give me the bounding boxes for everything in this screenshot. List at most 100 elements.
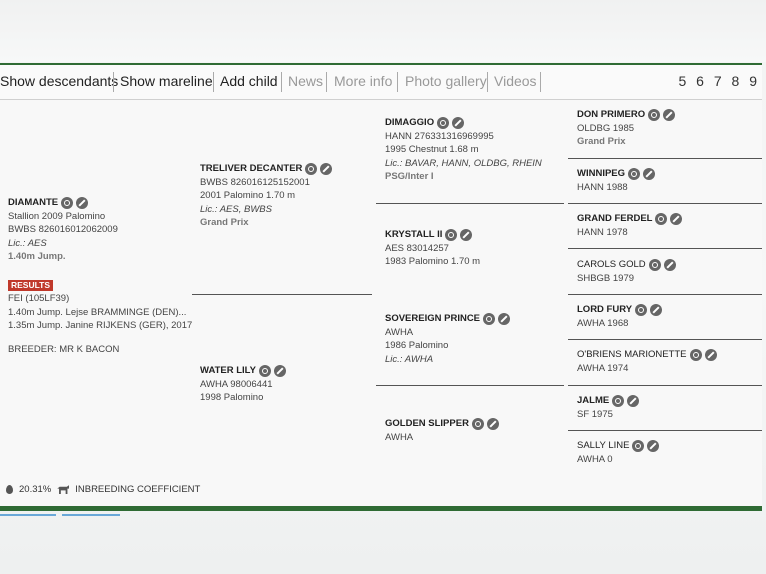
result-line: FEI (105LF39) <box>8 293 70 304</box>
tab-add-child[interactable]: Add child <box>220 73 278 89</box>
edit-icon[interactable] <box>647 439 660 452</box>
edit-icon[interactable] <box>273 364 286 377</box>
group-icon[interactable] <box>648 108 661 121</box>
inbreeding-label[interactable]: INBREEDING COEFFICIENT <box>75 484 200 495</box>
horse-licence: Lic.: AWHA <box>385 353 434 365</box>
tab-videos[interactable]: Videos <box>494 73 537 89</box>
horse-name[interactable]: O'BRIENS MARIONETTE <box>577 348 687 362</box>
scroll-indicator[interactable] <box>0 514 56 516</box>
inbreeding-footer: 20.31% INBREEDING COEFFICIENT <box>6 484 200 495</box>
tab-divider <box>397 72 398 92</box>
horse-details: AWHA 1968 <box>577 317 629 329</box>
group-icon[interactable] <box>628 167 641 180</box>
horse-licence: Lic.: AES <box>8 237 47 249</box>
divider-gen3-b <box>376 385 564 386</box>
horse-details: AWHA 1974 <box>577 362 629 374</box>
horse-details: 2001 Palomino 1.70 m <box>200 190 296 201</box>
group-icon[interactable] <box>483 312 496 325</box>
edit-icon[interactable] <box>627 394 640 407</box>
horse-name[interactable]: GOLDEN SLIPPER <box>385 417 469 431</box>
horse-name[interactable]: GRAND FERDEL <box>577 212 652 226</box>
top-band <box>0 0 766 62</box>
horse-name[interactable]: LORD FURY <box>577 303 632 317</box>
horse-name[interactable]: CAROLS GOLD <box>577 258 646 272</box>
horse-name[interactable]: KRYSTALL II <box>385 228 442 242</box>
horse-name[interactable]: WATER LILY <box>200 364 256 378</box>
edit-icon[interactable] <box>498 312 511 325</box>
edit-icon[interactable] <box>76 196 89 209</box>
group-icon[interactable] <box>445 228 458 241</box>
horse-name[interactable]: JALME <box>577 394 609 408</box>
horse-performance: PSG/Inter I <box>385 171 434 182</box>
horse-name[interactable]: SOVEREIGN PRINCE <box>385 312 480 326</box>
result-line[interactable]: 1.40m Jump. Lejse BRAMMINGE (DEN)... <box>8 306 192 320</box>
edit-icon[interactable] <box>486 417 499 430</box>
edit-icon[interactable] <box>650 303 663 316</box>
horse-icon <box>57 485 70 494</box>
group-icon[interactable] <box>437 116 450 129</box>
horse-details: OLDBG 1985 <box>577 122 635 134</box>
gen4-horse: LORD FURY AWHA 1968 <box>577 303 663 330</box>
group-icon[interactable] <box>258 364 271 377</box>
horse-name[interactable]: WINNIPEG <box>577 167 625 181</box>
horse-registration: HANN 276331316969995 <box>385 130 494 142</box>
divider-gen4 <box>568 203 762 204</box>
tab-more-info[interactable]: More info <box>334 73 392 89</box>
scroll-indicator[interactable] <box>62 514 120 516</box>
group-icon[interactable] <box>61 196 74 209</box>
horse-registration: AWHA <box>385 431 414 443</box>
horse-registration: AWHA <box>385 326 414 338</box>
divider-gen2 <box>192 294 372 295</box>
group-icon[interactable] <box>689 348 702 361</box>
horse-name[interactable]: DON PRIMERO <box>577 108 645 122</box>
horse-details: SF 1975 <box>577 408 613 420</box>
group-icon[interactable] <box>632 439 645 452</box>
tab-show-mareline[interactable]: Show mareline <box>120 73 213 89</box>
group-icon[interactable] <box>305 162 318 175</box>
edit-icon[interactable] <box>643 167 656 180</box>
horse-registration: AWHA 98006441 <box>200 378 273 390</box>
group-icon[interactable] <box>612 394 625 407</box>
result-line: 1.35m Jump. Janine RIJKENS (GER), 2017 <box>8 320 193 331</box>
divider-gen4 <box>568 294 762 295</box>
gen4-horse: CAROLS GOLD SHBGB 1979 <box>577 258 676 285</box>
edit-icon[interactable] <box>670 212 683 225</box>
horse-details: 1986 Palomino <box>385 340 449 351</box>
horse-details: HANN 1988 <box>577 181 628 193</box>
horse-name[interactable]: DIMAGGIO <box>385 116 434 130</box>
horse-name[interactable]: DIAMANTE <box>8 196 58 210</box>
group-icon[interactable] <box>635 303 648 316</box>
tab-photo-gallery[interactable]: Photo gallery <box>405 73 487 89</box>
sire-horse: TRELIVER DECANTER BWBS 826016125152001 2… <box>200 162 333 230</box>
gen4-horse: DON PRIMERO OLDBG 1985 Grand Prix <box>577 108 676 149</box>
divider-gen4 <box>568 430 762 431</box>
sire-dam-horse: KRYSTALL II AES 83014257 1983 Palomino 1… <box>385 228 480 269</box>
tab-divider <box>281 72 282 92</box>
tab-show-descendants[interactable]: Show descendants <box>0 73 118 89</box>
sire-sire-horse: DIMAGGIO HANN 276331316969995 1995 Chest… <box>385 116 542 184</box>
group-icon[interactable] <box>655 212 668 225</box>
tab-divider <box>113 72 114 92</box>
edit-icon[interactable] <box>704 348 717 361</box>
divider-gen4 <box>568 339 762 340</box>
tab-news[interactable]: News <box>288 73 323 89</box>
results-badge[interactable]: RESULTS <box>8 279 54 291</box>
gen4-horse: O'BRIENS MARIONETTE AWHA 1974 <box>577 348 717 375</box>
subject-horse: DIAMANTE Stallion 2009 Palomino BWBS 826… <box>8 196 192 356</box>
group-icon[interactable] <box>648 258 661 271</box>
horse-name[interactable]: TRELIVER DECANTER <box>200 162 302 176</box>
breeder: BREEDER: MR K BACON <box>8 343 120 355</box>
edit-icon[interactable] <box>452 116 465 129</box>
tab-divider <box>213 72 214 92</box>
dam-sire-horse: SOVEREIGN PRINCE AWHA 1986 Palomino Lic.… <box>385 312 511 366</box>
edit-icon[interactable] <box>460 228 473 241</box>
divider-gen4 <box>568 248 762 249</box>
tab-divider <box>487 72 488 92</box>
edit-icon[interactable] <box>663 258 676 271</box>
horse-details: SHBGB 1979 <box>577 272 635 284</box>
pagination[interactable]: 5 6 7 8 9 <box>679 73 761 89</box>
horse-name[interactable]: SALLY LINE <box>577 439 629 453</box>
group-icon[interactable] <box>471 417 484 430</box>
edit-icon[interactable] <box>663 108 676 121</box>
edit-icon[interactable] <box>320 162 333 175</box>
